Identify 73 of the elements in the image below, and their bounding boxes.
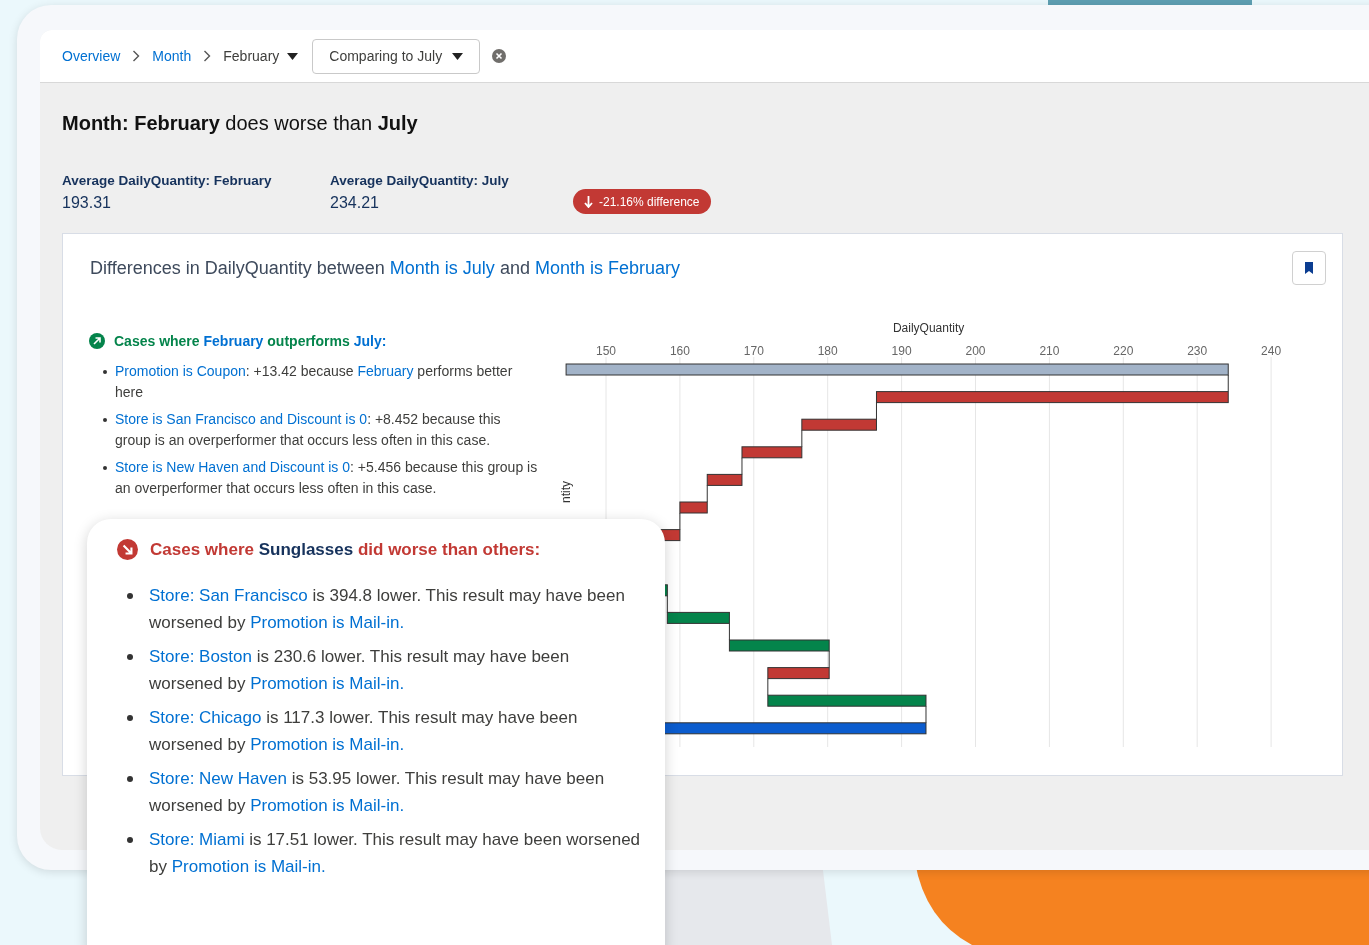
- bullet-icon: [127, 715, 133, 721]
- chart-bar: [666, 611, 730, 624]
- axis-title: DailyQuantity: [892, 321, 965, 335]
- chart-bar: [741, 446, 803, 459]
- link[interactable]: Store is New Haven and Discount is 0: [115, 459, 350, 475]
- link[interactable]: Store: New Haven: [149, 769, 287, 788]
- insight-text: Promotion is Coupon: +13.42 because February performs better here: [115, 362, 514, 402]
- caret-down-icon: [452, 52, 464, 60]
- bullet-icon: [103, 418, 107, 422]
- link[interactable]: Promotion is Mail-in.: [250, 674, 405, 693]
- section-heading: Cases where February outperforms July:: [114, 333, 387, 349]
- link[interactable]: Store: Miami: [149, 830, 245, 849]
- tick-label: 240: [1261, 344, 1282, 358]
- clear-icon[interactable]: [492, 49, 507, 63]
- card-title: Differences in DailyQuantity between Month is July and Month is February: [90, 257, 680, 279]
- connector-line: [875, 402, 877, 420]
- insight-text: Store: Miami is 17.51 lower. This result may have been worsened by Promotion is Mail-in.: [149, 829, 641, 878]
- tick-label: 150: [596, 344, 616, 358]
- link[interactable]: Store: Chicago: [149, 708, 262, 727]
- chevron-right-icon: [132, 50, 141, 62]
- bullet-icon: [103, 466, 107, 470]
- tick-label: 160: [669, 344, 690, 358]
- insight-text: Store is New Haven and Discount is 0: +5.456 because this group is an overperformer that occurs less often in this case.: [115, 458, 539, 498]
- link[interactable]: Promotion is Mail-in.: [250, 796, 405, 815]
- insight-text: Store: New Haven is 53.95 lower. This result may have been worsened by Promotion is Mail-in.: [149, 768, 606, 817]
- link[interactable]: Store: Boston: [149, 647, 252, 666]
- tick-label: 170: [743, 344, 764, 358]
- badge-text: -21.16% difference: [599, 194, 700, 209]
- tick-label: 190: [891, 344, 912, 358]
- connector-line: [679, 512, 681, 531]
- bookmark-icon: [1305, 262, 1313, 274]
- bullet-icon: [127, 837, 133, 843]
- breadcrumb-link[interactable]: Overview: [62, 48, 121, 64]
- link[interactable]: Month is February: [534, 257, 680, 278]
- stat-value: 234.21: [330, 194, 380, 212]
- bullet-icon: [127, 593, 133, 599]
- stat-value: 193.31: [62, 194, 112, 212]
- connector-line: [741, 457, 743, 475]
- bullet-icon: [127, 654, 133, 660]
- link[interactable]: Promotion is Mail-in.: [171, 857, 326, 876]
- section-heading: Cases where Sunglasses did worse than others:: [150, 539, 541, 560]
- comparison-dropdown[interactable]: Comparing to July: [312, 38, 481, 74]
- chevron-right-icon: [203, 50, 212, 62]
- insight-text: Store: Boston is 230.6 lower. This result may have been worsened by Promotion is Mail-in.: [149, 646, 571, 695]
- link[interactable]: Promotion is Mail-in.: [250, 613, 405, 632]
- tick-label: 200: [965, 344, 986, 358]
- chart-bar: [706, 473, 743, 486]
- link[interactable]: February: [357, 363, 414, 379]
- insight-text: Store is San Francisco and Discount is 0: +8.452 because this group is an overperformer that occurs less often in this case.: [115, 410, 502, 450]
- bookmark-button[interactable]: [1292, 251, 1326, 285]
- tick-label: 180: [817, 344, 838, 358]
- breadcrumb-link[interactable]: Month: [152, 48, 192, 64]
- connector-line: [767, 678, 769, 696]
- month-dropdown[interactable]: February: [223, 48, 299, 64]
- insight-text: Store: Chicago is 117.3 lower. This result may have been worsened by Promotion is Mail-in.: [149, 707, 579, 756]
- bullet-icon: [127, 776, 133, 782]
- connector-line: [925, 705, 927, 724]
- insight-text: Store: San Francisco is 394.8 lower. This result may have been worsened by Promotion is Mail-in.: [149, 585, 626, 634]
- chart-bar: [679, 501, 708, 514]
- link[interactable]: Month is July: [389, 257, 495, 278]
- stat-label: Average DailyQuantity: July: [330, 173, 510, 188]
- link[interactable]: Store: San Francisco: [149, 586, 308, 605]
- headline: Month: February does worse than July: [62, 112, 419, 135]
- tick-label: 210: [1039, 344, 1060, 358]
- link[interactable]: Promotion is Mail-in.: [250, 735, 405, 754]
- link[interactable]: Promotion is Coupon: [115, 363, 246, 379]
- bullet-icon: [103, 370, 107, 374]
- tick-label: 230: [1187, 344, 1208, 358]
- axis-title: ntity: [559, 481, 573, 503]
- caret-down-icon: [287, 52, 299, 60]
- stat-label: Average DailyQuantity: February: [62, 173, 273, 188]
- chart-bar: [767, 667, 830, 680]
- tick-label: 220: [1113, 344, 1134, 358]
